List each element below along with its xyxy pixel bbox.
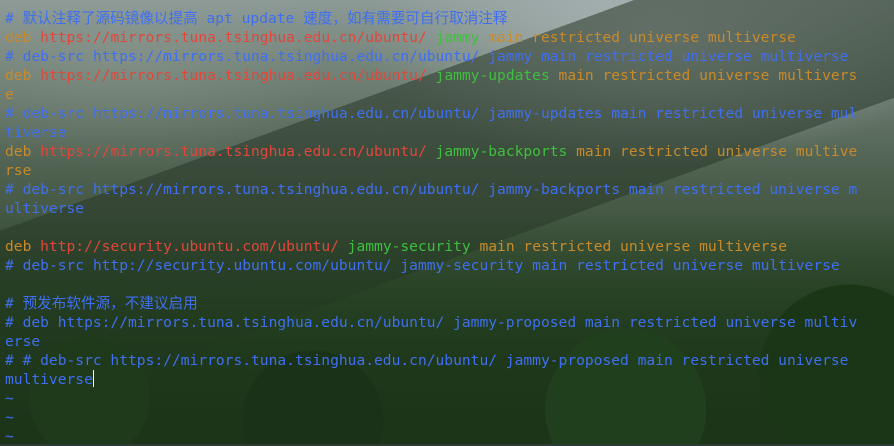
text-segment: ~ bbox=[5, 390, 14, 407]
editor-line[interactable]: rse bbox=[5, 161, 31, 180]
text-segment: # # deb-src https://mirrors.tuna.tsinghu… bbox=[5, 352, 849, 369]
text-segment: # deb https://mirrors.tuna.tsinghua.edu.… bbox=[5, 314, 858, 331]
text-segment: main restricted universe multiverse bbox=[470, 238, 787, 255]
text-segment: # deb-src https://mirrors.tuna.tsinghua.… bbox=[5, 181, 858, 198]
text-segment: jammy bbox=[426, 29, 480, 46]
text-segment: # deb-src https://mirrors.tuna.tsinghua.… bbox=[5, 105, 858, 122]
text-segment: erse bbox=[5, 333, 41, 350]
editor-line[interactable]: # deb-src https://mirrors.tuna.tsinghua.… bbox=[5, 104, 857, 123]
text-segment: ultiverse bbox=[5, 200, 85, 217]
text-segment: https://mirrors.tuna.tsinghua.edu.cn/ubu… bbox=[40, 67, 427, 84]
editor-line[interactable]: # deb https://mirrors.tuna.tsinghua.edu.… bbox=[5, 313, 857, 332]
text-segment: deb bbox=[5, 29, 41, 46]
text-segment: jammy-updates bbox=[426, 67, 550, 84]
text-segment: ~ bbox=[5, 428, 14, 445]
text-segment: http://security.ubuntu.com/ubuntu/ bbox=[40, 238, 339, 255]
editor-line[interactable]: ultiverse bbox=[5, 199, 84, 218]
editor-line[interactable]: deb https://mirrors.tuna.tsinghua.edu.cn… bbox=[5, 142, 857, 161]
editor-line[interactable]: erse bbox=[5, 332, 40, 351]
text-segment: rse bbox=[5, 162, 32, 179]
text-segment: # deb-src http://security.ubuntu.com/ubu… bbox=[5, 257, 840, 274]
editor-line[interactable]: # deb-src https://mirrors.tuna.tsinghua.… bbox=[5, 47, 848, 66]
empty-line-tilde[interactable]: ~ bbox=[5, 427, 14, 446]
editor-line[interactable]: tiverse bbox=[5, 123, 67, 142]
text-segment: # 默认注释了源码镜像以提高 apt update 速度，如有需要可自行取消注释 bbox=[5, 10, 508, 27]
text-segment: # deb-src https://mirrors.tuna.tsinghua.… bbox=[5, 48, 849, 65]
text-segment: main restricted universe multiverse bbox=[479, 29, 796, 46]
text-segment: ~ bbox=[5, 409, 14, 426]
text-segment: https://mirrors.tuna.tsinghua.edu.cn/ubu… bbox=[40, 29, 427, 46]
empty-line-tilde[interactable]: ~ bbox=[5, 389, 14, 408]
editor-line[interactable]: # deb-src http://security.ubuntu.com/ubu… bbox=[5, 256, 840, 275]
editor-line[interactable]: deb https://mirrors.tuna.tsinghua.edu.cn… bbox=[5, 66, 857, 85]
editor-line[interactable]: deb http://security.ubuntu.com/ubuntu/ j… bbox=[5, 237, 787, 256]
text-segment: e bbox=[5, 86, 14, 103]
editor-line[interactable]: deb https://mirrors.tuna.tsinghua.edu.cn… bbox=[5, 28, 796, 47]
editor-line[interactable]: # 默认注释了源码镜像以提高 apt update 速度，如有需要可自行取消注释 bbox=[5, 9, 507, 28]
editor-line[interactable]: multiverse bbox=[5, 370, 94, 389]
text-segment: deb bbox=[5, 67, 41, 84]
editor-line[interactable]: # 预发布软件源，不建议启用 bbox=[5, 294, 198, 313]
text-segment: main restricted universe multive bbox=[567, 143, 858, 160]
text-segment: jammy-backports bbox=[426, 143, 568, 160]
text-segment: main restricted universe multivers bbox=[549, 67, 858, 84]
text-segment: https://mirrors.tuna.tsinghua.edu.cn/ubu… bbox=[40, 143, 427, 160]
text-segment: # 预发布软件源，不建议启用 bbox=[5, 295, 198, 312]
text-segment: jammy-security bbox=[338, 238, 471, 255]
text-segment: deb bbox=[5, 238, 41, 255]
text-segment: multiverse bbox=[5, 371, 93, 388]
vim-editor-buffer[interactable]: # 默认注释了源码镜像以提高 apt update 速度，如有需要可自行取消注释… bbox=[0, 0, 894, 446]
empty-line-tilde[interactable]: ~ bbox=[5, 408, 14, 427]
editor-line[interactable]: # deb-src https://mirrors.tuna.tsinghua.… bbox=[5, 180, 857, 199]
editor-line[interactable]: # # deb-src https://mirrors.tuna.tsinghu… bbox=[5, 351, 848, 370]
text-cursor bbox=[92, 370, 94, 387]
text-segment: tiverse bbox=[5, 124, 67, 141]
text-segment: deb bbox=[5, 143, 41, 160]
editor-line[interactable]: e bbox=[5, 85, 14, 104]
